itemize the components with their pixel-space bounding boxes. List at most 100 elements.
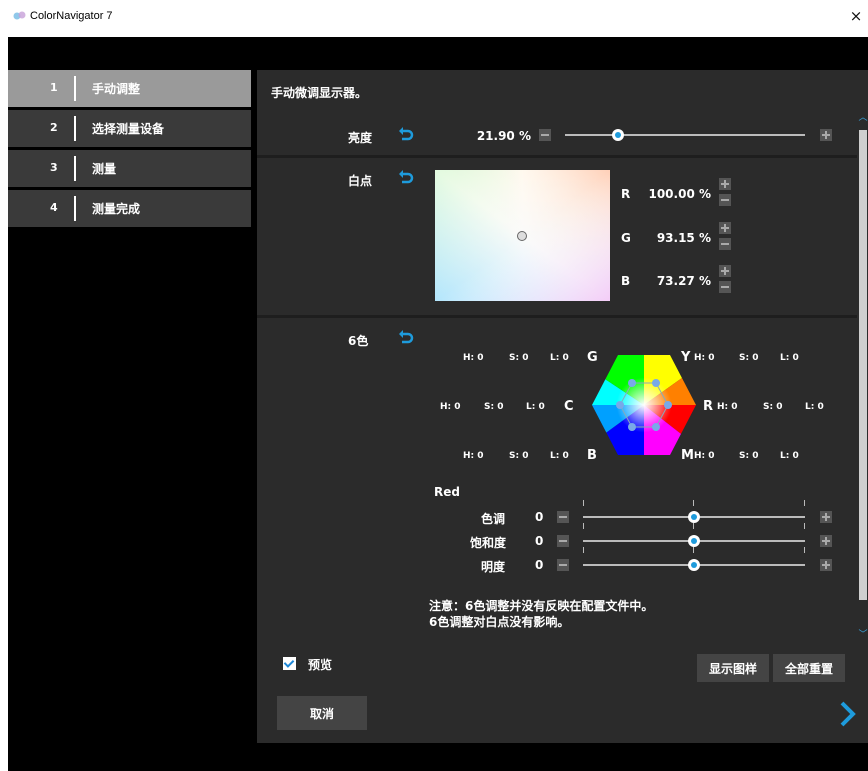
b-sat-value: S: 0 xyxy=(509,451,529,461)
step-select-device[interactable]: 2 选择测量设备 xyxy=(8,110,251,147)
brightness-decrease-button[interactable] xyxy=(539,129,551,141)
whitepoint-cursor[interactable] xyxy=(517,231,527,241)
step-divider xyxy=(74,116,76,141)
step-divider xyxy=(74,76,76,101)
lightness-value: 0 xyxy=(535,558,544,572)
preview-label: 预览 xyxy=(308,658,333,672)
g-sat-value: S: 0 xyxy=(509,353,529,363)
m-sat-value: S: 0 xyxy=(739,451,759,461)
slider-tick xyxy=(583,523,584,529)
step-measure[interactable]: 3 测量 xyxy=(8,150,251,187)
step-label: 选择测量设备 xyxy=(92,122,165,136)
step-number: 3 xyxy=(50,161,58,174)
divider xyxy=(257,315,857,318)
lightness-decrease-button[interactable] xyxy=(557,559,569,571)
c-hue-value: H: 0 xyxy=(440,402,461,412)
step-complete[interactable]: 4 测量完成 xyxy=(8,190,251,227)
b-decrease-button[interactable] xyxy=(719,281,731,293)
c-sat-value: S: 0 xyxy=(484,402,504,412)
step-divider xyxy=(74,196,76,221)
slider-tick xyxy=(693,500,694,506)
g-increase-button[interactable] xyxy=(719,222,731,234)
saturation-value: 0 xyxy=(535,534,544,548)
brightness-slider-thumb[interactable] xyxy=(611,129,624,141)
lightness-increase-button[interactable] xyxy=(820,559,832,571)
reset-all-button[interactable]: 全部重置 xyxy=(773,654,845,682)
vertical-scrollbar[interactable]: ︿ ﹀ xyxy=(858,110,868,640)
lightness-slider-thumb[interactable] xyxy=(688,559,700,571)
show-pattern-button[interactable]: 显示图样 xyxy=(697,654,769,682)
g-value: 93.15 % xyxy=(656,231,711,245)
hue-decrease-button[interactable] xyxy=(557,511,569,523)
six-color-hexagon[interactable] xyxy=(591,353,697,457)
scrollbar-thumb[interactable] xyxy=(859,130,867,600)
step-manual-adjust[interactable]: 1 手动调整 xyxy=(8,70,251,107)
cancel-button[interactable]: 取消 xyxy=(277,696,367,730)
brightness-value: 21.90 % xyxy=(476,129,531,143)
whitepoint-color-field[interactable] xyxy=(435,170,610,301)
r-label: R xyxy=(621,187,631,201)
y-hue-value: H: 0 xyxy=(694,353,715,363)
slider-tick xyxy=(804,500,805,506)
y-sat-value: S: 0 xyxy=(739,353,759,363)
r-sat-value: S: 0 xyxy=(763,402,783,412)
slider-tick xyxy=(804,547,805,553)
sixcolor-note-1: 注意：6色调整并没有反映在配置文件中。 xyxy=(429,599,654,613)
m-light-value: L: 0 xyxy=(780,451,799,461)
saturation-decrease-button[interactable] xyxy=(557,535,569,547)
saturation-label: 饱和度 xyxy=(470,536,507,550)
r-color-letter: R xyxy=(703,399,714,414)
whitepoint-label: 白点 xyxy=(348,174,373,188)
scroll-down-icon[interactable]: ﹀ xyxy=(858,627,868,640)
brightness-slider[interactable] xyxy=(565,134,805,136)
adjust-scroll-area: 亮度 21.90 % 白点 R 100.00 % G 93.15 % B 73.… xyxy=(257,110,857,640)
undo-icon[interactable] xyxy=(398,329,414,345)
slider-tick xyxy=(693,523,694,529)
r-value: 100.00 % xyxy=(648,187,711,201)
app-icon xyxy=(13,11,26,20)
title-bar: ColorNavigator 7 × xyxy=(8,0,868,37)
b-hue-value: H: 0 xyxy=(463,451,484,461)
close-icon[interactable]: × xyxy=(848,7,864,25)
r-decrease-button[interactable] xyxy=(719,194,731,206)
window-title: ColorNavigator 7 xyxy=(30,10,113,22)
hue-value: 0 xyxy=(535,510,544,524)
selected-color-label: Red xyxy=(434,485,460,499)
b-increase-button[interactable] xyxy=(719,265,731,277)
step-sidebar: 1 手动调整 2 选择测量设备 3 测量 4 测量完成 xyxy=(8,70,251,230)
main-panel: 手动微调显示器。 亮度 21.90 % 白点 R 100.00 % G 93.1… xyxy=(257,70,868,743)
r-hue-value: H: 0 xyxy=(717,402,738,412)
undo-icon[interactable] xyxy=(398,126,414,142)
hue-slider-thumb[interactable] xyxy=(688,511,700,523)
preview-checkbox[interactable] xyxy=(283,657,296,670)
slider-tick xyxy=(804,523,805,529)
brightness-increase-button[interactable] xyxy=(820,129,832,141)
slider-tick xyxy=(693,547,694,553)
app-window: ColorNavigator 7 × 1 手动调整 2 选择测量设备 3 测量 … xyxy=(8,0,868,771)
g-label: G xyxy=(621,231,631,245)
c-light-value: L: 0 xyxy=(526,402,545,412)
r-increase-button[interactable] xyxy=(719,178,731,190)
step-number: 4 xyxy=(50,201,58,214)
undo-icon[interactable] xyxy=(398,169,414,185)
saturation-slider-thumb[interactable] xyxy=(688,535,700,547)
step-divider xyxy=(74,156,76,181)
r-light-value: L: 0 xyxy=(805,402,824,412)
g-decrease-button[interactable] xyxy=(719,238,731,250)
b-label: B xyxy=(621,274,631,288)
step-number: 1 xyxy=(50,81,58,94)
next-arrow-icon[interactable] xyxy=(837,700,859,728)
b-value: 73.27 % xyxy=(656,274,711,288)
step-label: 测量 xyxy=(92,162,117,176)
footer: 预览 显示图样 全部重置 取消 xyxy=(257,640,868,743)
hue-increase-button[interactable] xyxy=(820,511,832,523)
step-label: 测量完成 xyxy=(92,202,141,216)
m-hue-value: H: 0 xyxy=(694,451,715,461)
c-color-letter: C xyxy=(564,399,574,414)
saturation-increase-button[interactable] xyxy=(820,535,832,547)
step-number: 2 xyxy=(50,121,58,134)
scroll-up-icon[interactable]: ︿ xyxy=(858,110,868,123)
sixcolor-note-2: 6色调整对白点没有影响。 xyxy=(429,615,570,629)
slider-tick xyxy=(583,547,584,553)
lightness-label: 明度 xyxy=(481,560,506,574)
